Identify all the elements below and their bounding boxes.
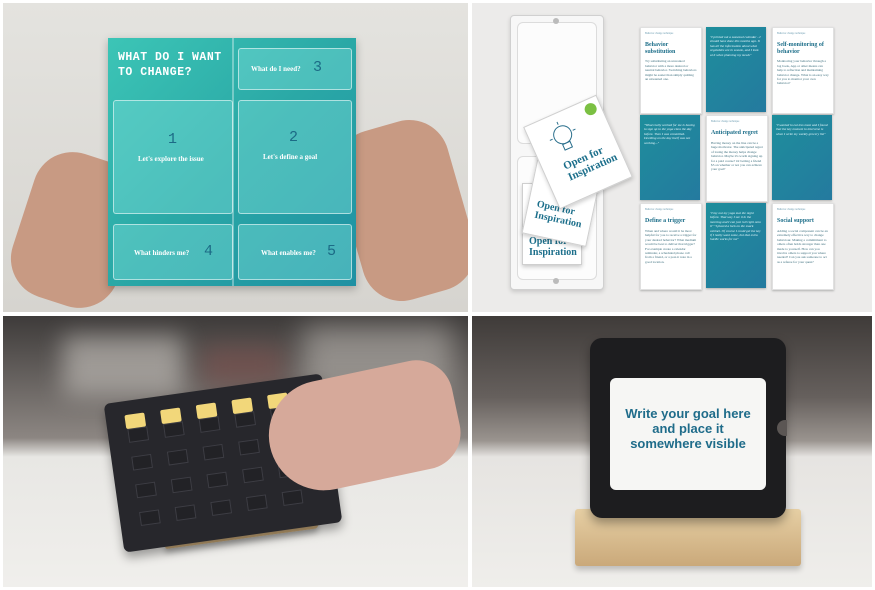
card-title: Anticipated regret bbox=[711, 130, 758, 137]
pocket-5-number: 5 bbox=[327, 243, 337, 260]
card-title: Define a trigger bbox=[645, 218, 686, 225]
goal-frame-photo: Write your goal here and place it somewh… bbox=[472, 316, 872, 587]
pocket-4: What hinders me? 4 bbox=[113, 224, 233, 280]
pocket-1-label: Let's explore the issue bbox=[138, 155, 204, 163]
card-body: "I lay out my yoga mat the night before.… bbox=[710, 211, 761, 242]
tab-slot bbox=[198, 416, 221, 433]
card-body: Try substituting an unwanted behavior wi… bbox=[645, 59, 697, 82]
pocket-4-label: What hinders me? bbox=[134, 249, 190, 257]
card-title: Behavior substitution bbox=[645, 42, 676, 55]
goal-frame: Write your goal here and place it somewh… bbox=[590, 338, 787, 518]
strategy-card: Behavior change technique Social support A… bbox=[772, 203, 834, 290]
strategy-card: Behavior change technique Define a trigge… bbox=[640, 203, 702, 290]
pocket-2-number: 2 bbox=[289, 129, 299, 146]
tab-slot bbox=[206, 471, 229, 489]
card-kicker: Behavior change technique bbox=[711, 120, 740, 123]
tab-slot bbox=[234, 411, 257, 428]
pocket-3-label: What do I need? bbox=[251, 65, 301, 73]
green-dot bbox=[582, 101, 599, 118]
card-kicker: Behavior change technique bbox=[777, 208, 806, 211]
pocket-5-label: What enables me? bbox=[261, 249, 316, 257]
pocket-2-label: Let's define a goal bbox=[263, 153, 318, 161]
tab-slot bbox=[139, 509, 161, 527]
card-body: Adding a social component can be an extr… bbox=[777, 228, 828, 264]
photo-collage: WHAT DO I WANT TO CHANGE? 1 Let's explor… bbox=[3, 3, 872, 587]
strategy-card: "I wanted to eat less meat and I found t… bbox=[772, 115, 832, 200]
tab-slot bbox=[166, 448, 189, 466]
tab-board-photo bbox=[3, 316, 468, 587]
tab-slot bbox=[245, 494, 268, 511]
worksheet-title: WHAT DO I WANT TO CHANGE? bbox=[118, 51, 222, 79]
pocket-1-number: 1 bbox=[168, 131, 178, 148]
card-body: Having money on the line can be a huge m… bbox=[711, 140, 763, 172]
tab-slot bbox=[131, 453, 153, 471]
raised-tab[interactable] bbox=[195, 402, 218, 420]
strategy-card: Behavior change technique Anticipated reg… bbox=[706, 115, 768, 202]
raised-tab[interactable] bbox=[160, 407, 182, 425]
card-title: Social support bbox=[777, 218, 814, 225]
card-body: When and where would it be most helpful … bbox=[645, 228, 697, 264]
goal-card: Write your goal here and place it somewh… bbox=[610, 378, 766, 490]
cards-photo: Open for Inspiration Open for Inspiratio… bbox=[472, 3, 872, 312]
card-kicker: Behavior change technique bbox=[645, 208, 674, 211]
strategy-card: "What really worked for me is having to … bbox=[640, 115, 700, 200]
pocket-3: What do I need? 3 bbox=[238, 48, 352, 90]
strategy-card: "I printed out a seasonal calendar - I s… bbox=[706, 27, 766, 112]
pocket-2: 2 Let's define a goal bbox=[238, 100, 352, 214]
raised-tab[interactable] bbox=[231, 397, 254, 415]
background-blur bbox=[63, 336, 183, 396]
case-pin bbox=[553, 278, 559, 284]
case-pin bbox=[553, 18, 559, 24]
tab-slot bbox=[281, 489, 304, 506]
frame-notch bbox=[777, 420, 787, 436]
card-title: Self-monitoring of behavior bbox=[777, 42, 824, 55]
pocket-5: What enables me? 5 bbox=[238, 224, 352, 280]
tab-slot bbox=[202, 443, 225, 461]
tab-slot bbox=[210, 499, 233, 517]
strategy-card: Behavior change technique Behavior substi… bbox=[640, 27, 702, 114]
pocket-3-number: 3 bbox=[313, 59, 323, 76]
goal-text: Write your goal here and place it somewh… bbox=[625, 406, 751, 451]
pocket-1: 1 Let's explore the issue bbox=[113, 100, 233, 214]
worksheet-photo: WHAT DO I WANT TO CHANGE? 1 Let's explor… bbox=[3, 3, 468, 312]
tab-slot bbox=[174, 504, 197, 522]
card-kicker: Behavior change technique bbox=[645, 32, 674, 35]
card-body: Monitoring your behavior through a log b… bbox=[777, 59, 829, 86]
card-kicker: Behavior change technique bbox=[777, 32, 806, 35]
card-body: "I wanted to eat less meat and I found t… bbox=[776, 123, 828, 136]
tab-slot bbox=[170, 476, 193, 494]
pocket-4-number: 4 bbox=[204, 243, 214, 260]
strategy-card: "I lay out my yoga mat the night before.… bbox=[706, 203, 766, 288]
tab-slot bbox=[238, 438, 260, 456]
strategy-card: Behavior change technique Self-monitoring… bbox=[772, 27, 834, 114]
tab-slot bbox=[162, 421, 185, 438]
raised-tab[interactable] bbox=[124, 412, 147, 430]
worksheet-booklet: WHAT DO I WANT TO CHANGE? 1 Let's explor… bbox=[108, 38, 356, 286]
tab-slot bbox=[242, 466, 264, 484]
tab-slot bbox=[127, 426, 150, 443]
card-body: "What really worked for me is having to … bbox=[644, 123, 695, 145]
tab-slot bbox=[135, 481, 157, 499]
card-body: "I printed out a seasonal calendar - I s… bbox=[710, 35, 761, 57]
